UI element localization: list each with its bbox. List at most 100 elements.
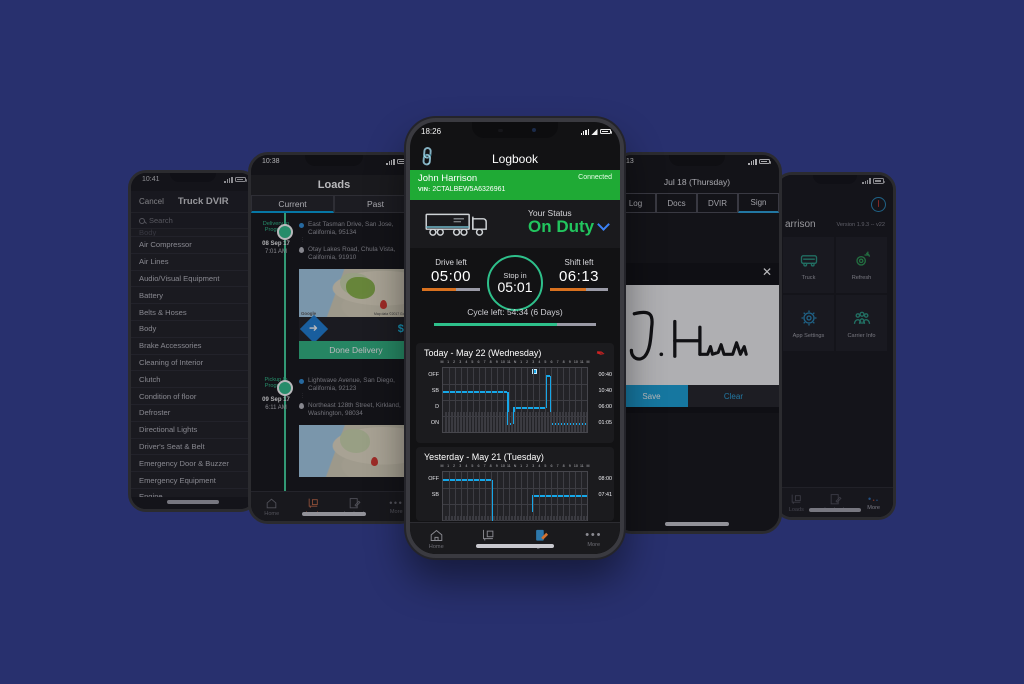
list-item[interactable]: Air Lines: [131, 253, 255, 271]
list-item[interactable]: Brake Accessories: [131, 337, 255, 355]
loads-list[interactable]: Delivery In Progress 08 Sep 17 7:01 AM E…: [251, 213, 417, 491]
settings-cell-app-settings[interactable]: App Settings: [783, 295, 834, 351]
home-indicator: [167, 500, 219, 504]
grid-minor-tick: [537, 515, 539, 521]
log-grid[interactable]: OFF SB 08:00 07:41: [428, 471, 612, 521]
cell-label: App Settings: [792, 332, 825, 339]
save-button[interactable]: Save: [615, 385, 688, 407]
list-item[interactable]: Defroster: [131, 404, 255, 422]
grid-minor-tick: [507, 411, 509, 432]
grid-minor-tick: [447, 515, 449, 521]
power-icon[interactable]: [871, 197, 886, 212]
grid-minor-tick: [585, 515, 587, 521]
tab-current[interactable]: Current: [251, 195, 334, 213]
grid-minor-tick: [477, 515, 479, 521]
hour-label: 5: [471, 360, 474, 364]
cell-label: Refresh: [851, 274, 872, 281]
list-item[interactable]: Cleaning of Interior: [131, 354, 255, 372]
grid-minor-tick: [555, 515, 557, 521]
list-item[interactable]: Clutch: [131, 371, 255, 389]
hour-label: 7: [556, 464, 559, 468]
clock-shift-left: Shift left 06:13: [548, 258, 610, 291]
hour-label: 9: [568, 464, 571, 468]
sensor-dot: [532, 128, 536, 132]
tab-dvir[interactable]: DVIR: [697, 193, 738, 213]
grid-minor-tick: [471, 411, 473, 432]
tab-logbook[interactable]: Logbook: [816, 488, 855, 517]
list-item[interactable]: Audio/Visual Equipment: [131, 270, 255, 288]
tab-more[interactable]: ••• More: [854, 488, 893, 517]
grid-hour-tick: [479, 472, 480, 521]
grid-row-label: D: [435, 404, 439, 411]
log-grid[interactable]: OFF SB D ON 00:40 10:40 06:00 01:05: [428, 367, 612, 433]
hour-label: 1: [520, 464, 523, 468]
signature-canvas[interactable]: [615, 285, 779, 385]
list-item[interactable]: Driver's Seat & Belt: [131, 438, 255, 456]
list-item[interactable]: Battery: [131, 287, 255, 305]
status-time: 10:41: [142, 176, 160, 183]
tab-logbook[interactable]: Logbook: [334, 492, 376, 521]
hour-label: 2: [453, 360, 456, 364]
grid-minor-tick: [483, 411, 485, 432]
tab-loads[interactable]: Loads: [293, 492, 335, 521]
grid-minor-tick: [531, 515, 533, 521]
loads-icon: [308, 498, 318, 508]
settings-cell-refresh[interactable]: Refresh: [836, 237, 887, 293]
address-block: East Tasman Drive, San Jose, California,…: [299, 221, 413, 267]
tab-sign[interactable]: Sign: [738, 193, 779, 213]
more-icon: •••: [585, 529, 603, 541]
list-item[interactable]: Belts & Hoses: [131, 304, 255, 321]
grid-minor-tick: [525, 411, 527, 432]
hour-label: 6: [550, 464, 553, 468]
done-delivery-button[interactable]: Done Delivery: [299, 341, 413, 359]
tab-loads[interactable]: Loads: [463, 523, 516, 554]
search-input[interactable]: Search: [131, 213, 255, 229]
list-item[interactable]: Emergency Equipment: [131, 472, 255, 489]
route-map[interactable]: [299, 425, 413, 477]
logbook-navbar: 🔗 Logbook: [410, 144, 620, 170]
grid-minor-tick: [567, 411, 569, 432]
dvir-item-list[interactable]: Body Air Compressor Air Lines Audio/Visu…: [131, 229, 255, 497]
clear-button[interactable]: Clear: [687, 385, 779, 407]
tab-loads[interactable]: Loads: [777, 488, 816, 517]
hour-label: 4: [538, 360, 541, 364]
tab-docs[interactable]: Docs: [656, 193, 697, 213]
tab-past[interactable]: Past: [334, 195, 417, 213]
chevron-down-icon[interactable]: [597, 218, 610, 231]
grid-minor-tick: [549, 411, 551, 432]
loads-icon: [791, 494, 801, 504]
list-item[interactable]: Engine: [131, 488, 255, 497]
close-icon[interactable]: ✕: [762, 266, 772, 278]
grid-minor-tick: [459, 515, 461, 521]
grid-minor-tick: [459, 411, 461, 432]
settings-cell-truck[interactable]: Truck: [783, 237, 834, 293]
list-item[interactable]: Body: [131, 320, 255, 338]
phone-settings: arrison Version 1.9.3 -- v22 Truck Refre…: [774, 172, 896, 520]
grid-minor-tick: [453, 515, 455, 521]
list-item[interactable]: Air Compressor: [131, 237, 255, 254]
log-grid-wrap[interactable]: M 1 2 3 4 5 6 7 8 9 10 11 N 1 2 3 4 5 6 …: [428, 360, 612, 433]
signal-icon: [224, 176, 233, 183]
log-grid-wrap[interactable]: M 1 2 3 4 5 6 7 8 9 10 11 N 1 2 3 4 5 6 …: [428, 464, 612, 521]
grid-minor-tick: [537, 411, 539, 432]
list-item[interactable]: Condition of floor: [131, 388, 255, 405]
grid-row-label: OFF: [428, 476, 439, 483]
tab-home[interactable]: Home: [410, 523, 463, 554]
route-map[interactable]: Google Map data ©2017 Google: [299, 269, 413, 317]
status-icons: [862, 178, 885, 184]
load-price-row: ➜ $3: [299, 314, 413, 344]
cancel-button[interactable]: Cancel: [131, 197, 164, 206]
link-icon[interactable]: 🔗: [416, 144, 440, 168]
settings-cell-carrier-info[interactable]: Carrier Info: [836, 295, 887, 351]
tab-more[interactable]: ••• More: [568, 523, 621, 554]
list-item[interactable]: Directional Lights: [131, 421, 255, 439]
list-item[interactable]: Body: [131, 229, 255, 237]
list-item[interactable]: Emergency Door & Buzzer: [131, 455, 255, 473]
grid-minor-tick: [501, 515, 503, 521]
directions-icon[interactable]: ➜: [299, 314, 329, 344]
tab-logbook[interactable]: Logbook: [515, 523, 568, 554]
status-section[interactable]: Your Status On Duty: [410, 200, 620, 248]
tab-home[interactable]: Home: [251, 492, 293, 521]
grid-minor-tick: [519, 515, 521, 521]
hour-label: 11: [579, 464, 584, 468]
